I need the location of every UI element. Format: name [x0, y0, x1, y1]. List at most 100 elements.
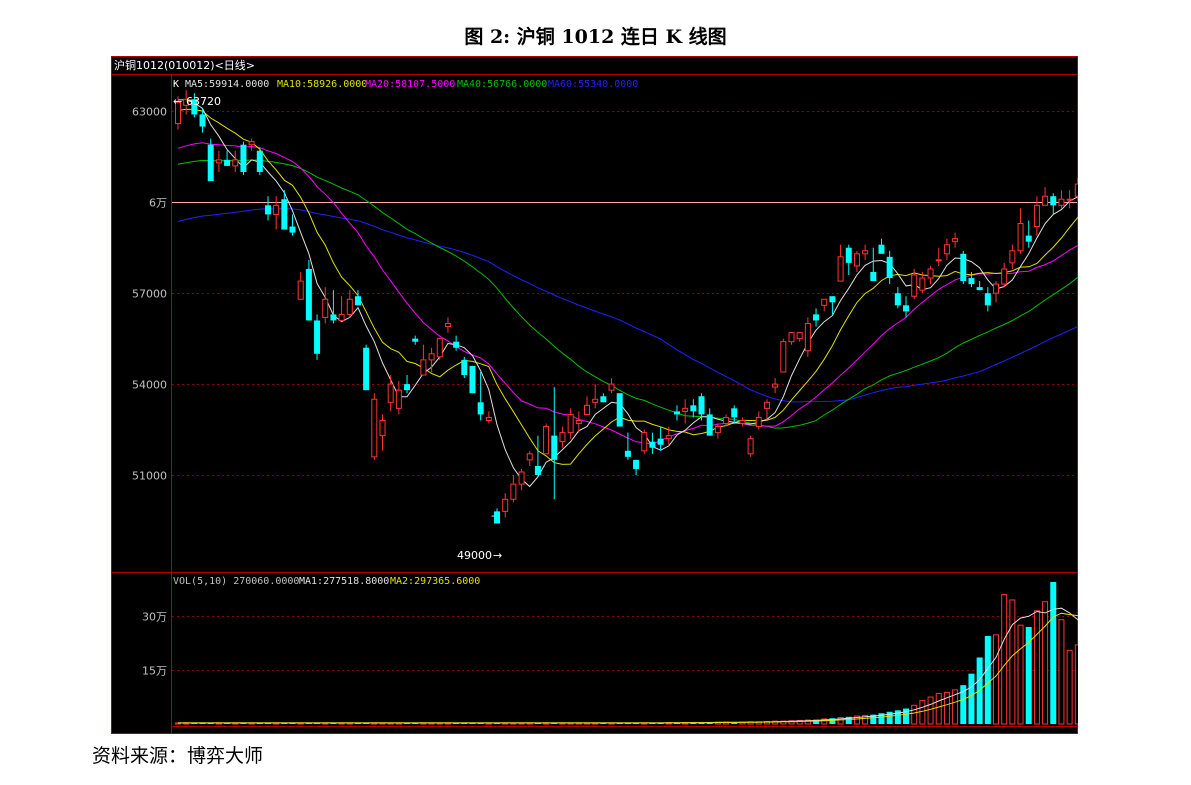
candle-down [1025, 235, 1032, 242]
candle-down [616, 393, 623, 427]
ma60-line [177, 208, 1078, 403]
volume-grid: 30万 15万 [142, 611, 1077, 678]
candle-down [363, 347, 370, 391]
candle-down [976, 287, 983, 291]
candle-down [706, 414, 713, 436]
candle-up [943, 244, 950, 255]
candle-up [371, 398, 378, 458]
low-arrow: → [493, 549, 502, 562]
figure-title: 图 2: 沪铜 1012 连日 K 线图 [464, 26, 727, 48]
volume-bar-down [960, 685, 967, 724]
candle-up [518, 471, 525, 485]
candle-up [444, 323, 451, 328]
candle-up [763, 401, 770, 409]
price-tick-label: 54000 [132, 379, 167, 392]
candle-up [559, 432, 566, 443]
low-value: 49000 [457, 549, 492, 562]
candle-down [690, 405, 697, 412]
candle-up [420, 359, 427, 376]
candle-down [534, 465, 541, 476]
candle-up [485, 416, 492, 421]
volume-bar-down [1050, 581, 1057, 724]
volume-bar-up [935, 692, 942, 725]
ma40-line [177, 159, 1078, 429]
candle-down [624, 450, 631, 457]
volume-bar-up [1074, 644, 1078, 725]
candle-up [837, 256, 844, 282]
candle-up [1033, 204, 1040, 228]
candle-up [543, 426, 550, 455]
candle-up [338, 313, 345, 321]
candle-down [207, 144, 214, 182]
volume-bar-up [993, 634, 999, 725]
vol-ma1-label: MA1:277518.8000 [299, 576, 389, 587]
kline-chart: 沪铜1012(010012)<日线> K MA5:59914.0000 MA10… [111, 56, 1078, 734]
candle-down [886, 256, 893, 279]
candle-down [354, 296, 361, 306]
candle-up [1001, 268, 1008, 285]
candle-down [256, 150, 263, 172]
ma5-label: MA5:59914.0000 [185, 79, 269, 90]
candle-up [935, 259, 942, 262]
ma60-label: MA60:55340.0000 [548, 79, 638, 90]
candle-up [1058, 198, 1065, 206]
candle-up [927, 268, 934, 279]
chart-frame [111, 56, 1078, 734]
vol-label: VOL(5,10) 270060.0000 [173, 576, 299, 587]
candle-up [387, 383, 394, 403]
candle-up [862, 250, 869, 255]
low-marker: - [491, 509, 495, 522]
candle-up [322, 298, 329, 318]
panel-title: 沪铜1012(010012)<日线> [114, 58, 255, 72]
candle-up [232, 159, 239, 167]
candle-up [248, 141, 255, 146]
candle-down [845, 247, 852, 263]
vol-ma2-label: MA2:297365.6000 [390, 576, 480, 587]
candle-down [289, 226, 296, 233]
candle-up [346, 298, 353, 315]
k-label: K [173, 79, 179, 90]
candle-down [305, 268, 312, 321]
candle-up [788, 332, 795, 343]
candle-up [755, 416, 762, 428]
candle-up [919, 277, 926, 291]
candle-down [633, 459, 640, 469]
candle-up [665, 435, 672, 440]
candle-up [502, 498, 509, 512]
candle-down [330, 314, 337, 321]
volume-bars [175, 581, 1078, 725]
candle-up [379, 419, 386, 437]
candle-up [796, 332, 803, 340]
candle-up [575, 419, 582, 425]
candle-down [878, 244, 885, 254]
candle-up [297, 280, 304, 300]
candle-down [314, 320, 321, 354]
candle-up [395, 389, 402, 409]
candle-up [215, 159, 222, 164]
candle-up [584, 404, 590, 415]
candle-up [592, 398, 599, 403]
candle-up [723, 416, 730, 425]
candle-up [1074, 183, 1078, 197]
candle-down [731, 408, 738, 418]
candle-down [461, 359, 468, 376]
candle-up [608, 383, 615, 391]
volume-bar-up [1042, 601, 1049, 725]
volume-bar-up [1058, 619, 1065, 725]
candle-down [673, 411, 680, 415]
volume-bar-down [968, 673, 975, 724]
candle-down [960, 253, 967, 282]
volume-bar-up [927, 696, 934, 725]
volume-ma2-line [178, 612, 1078, 724]
volume-bar-down [984, 635, 991, 724]
price-tick-label: 63000 [132, 106, 167, 119]
candle-up [641, 432, 648, 452]
candle-up [821, 298, 828, 306]
volume-bar-up [1017, 624, 1024, 725]
candle-down [984, 293, 991, 306]
candle-down [968, 278, 975, 285]
candle-up [682, 407, 689, 412]
candle-up [1009, 250, 1016, 264]
volume-tick-label: 30万 [142, 611, 167, 624]
volume-bar-down [1025, 626, 1032, 724]
